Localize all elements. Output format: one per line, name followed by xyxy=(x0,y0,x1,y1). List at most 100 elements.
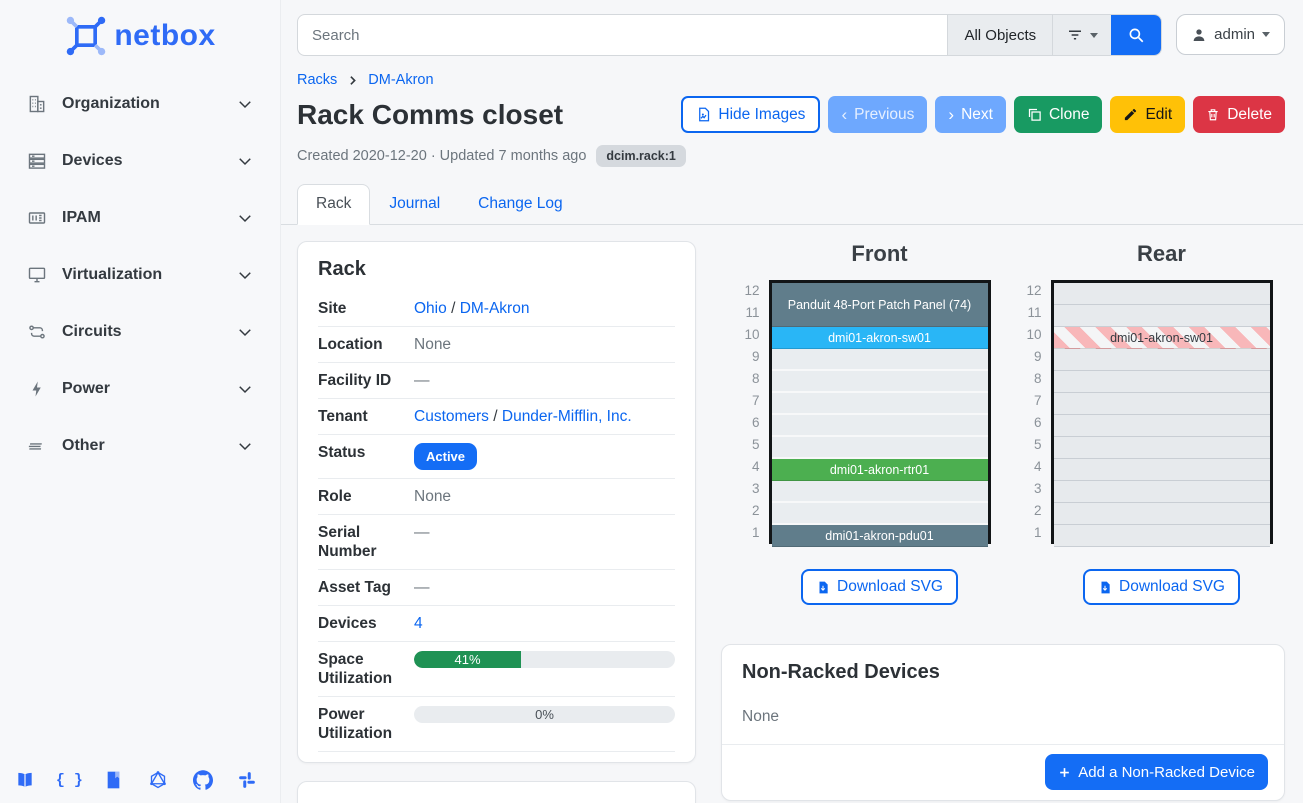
chevron-down-icon xyxy=(236,323,254,341)
tenant-group-link[interactable]: Customers xyxy=(414,408,489,425)
sidebar-item-virtualization[interactable]: Virtualization xyxy=(14,257,266,293)
slack-icon[interactable] xyxy=(236,769,258,791)
breadcrumb-dm-akron[interactable]: DM-Akron xyxy=(368,72,433,88)
sidebar-footer-links: { } xyxy=(14,769,258,791)
rack-slot[interactable] xyxy=(1054,503,1270,525)
hide-images-button[interactable]: Hide Images xyxy=(681,96,820,133)
tenant-link[interactable]: Dunder-Mifflin, Inc. xyxy=(502,408,632,425)
rack-slot[interactable] xyxy=(1054,393,1270,415)
previous-button[interactable]: ‹ Previous xyxy=(828,96,927,133)
rack-slot[interactable] xyxy=(772,371,988,393)
code-braces-icon[interactable]: { } xyxy=(58,769,80,791)
pencil-icon xyxy=(1123,107,1138,122)
user-name: admin xyxy=(1214,26,1255,43)
rack-slot[interactable] xyxy=(772,481,988,503)
unit-number: 9 xyxy=(1016,346,1042,368)
rack-slot[interactable] xyxy=(1054,459,1270,481)
rack-slot[interactable] xyxy=(1054,415,1270,437)
tab-rack[interactable]: Rack xyxy=(297,184,370,225)
location-value: None xyxy=(414,335,675,354)
sidebar-item-circuits[interactable]: Circuits xyxy=(14,314,266,350)
sidebar-item-organization[interactable]: Organization xyxy=(14,86,266,122)
attr-row-facility-id: Facility ID — xyxy=(318,363,675,399)
netbox-logo[interactable]: netbox xyxy=(0,10,280,62)
site-group-link[interactable]: Ohio xyxy=(414,300,447,317)
lightning-icon xyxy=(26,378,48,400)
user-menu-button[interactable]: admin xyxy=(1176,14,1285,55)
sidebar-item-devices[interactable]: Devices xyxy=(14,143,266,179)
journal-icon[interactable] xyxy=(103,769,125,791)
rack-device[interactable]: dmi01-akron-rtr01 xyxy=(772,459,988,481)
tab-content: Rack Site Ohio / DM-Akron Location None … xyxy=(281,225,1303,803)
clone-button[interactable]: Clone xyxy=(1014,96,1103,133)
chevron-right-icon xyxy=(346,74,359,87)
sidebar-item-power[interactable]: Power xyxy=(14,371,266,407)
serial-value: — xyxy=(414,523,675,561)
rack-slot[interactable] xyxy=(772,393,988,415)
tab-change-log[interactable]: Change Log xyxy=(459,184,581,225)
next-button[interactable]: › Next xyxy=(935,96,1006,133)
rack-grid: dmi01-akron-sw01 xyxy=(1051,280,1273,544)
main-content: All Objects admin Racks xyxy=(281,0,1303,803)
chevron-down-icon xyxy=(236,209,254,227)
unit-number: 4 xyxy=(734,456,760,478)
devices-count-link[interactable]: 4 xyxy=(414,615,423,632)
rack-panel-title: Rack xyxy=(318,258,675,281)
sidebar-item-label: IPAM xyxy=(62,209,236,227)
search-input[interactable] xyxy=(298,15,947,55)
rack-device[interactable]: Panduit 48-Port Patch Panel (74) xyxy=(772,283,988,327)
rack-slot[interactable] xyxy=(772,349,988,371)
asset-tag-value: — xyxy=(414,578,675,597)
image-file-icon xyxy=(696,107,711,122)
file-download-icon xyxy=(816,580,830,595)
rack-device[interactable]: dmi01-akron-pdu01 xyxy=(772,525,988,547)
page-title: Rack Comms closet xyxy=(297,99,681,131)
download-svg-front-button[interactable]: Download SVG xyxy=(801,569,958,605)
rack-slot[interactable] xyxy=(772,437,988,459)
unit-number: 9 xyxy=(734,346,760,368)
breadcrumb-racks[interactable]: Racks xyxy=(297,72,337,88)
netbox-wordmark: netbox xyxy=(114,19,215,53)
plus-icon xyxy=(1058,766,1071,779)
sidebar-item-label: Organization xyxy=(62,95,236,113)
unit-number: 12 xyxy=(1016,280,1042,302)
site-link[interactable]: DM-Akron xyxy=(460,300,530,317)
unit-number: 1 xyxy=(1016,522,1042,544)
download-svg-rear-button[interactable]: Download SVG xyxy=(1083,569,1240,605)
topbar: All Objects admin xyxy=(281,0,1303,62)
rack-device[interactable]: dmi01-akron-sw01 xyxy=(772,327,988,349)
rack-device[interactable]: dmi01-akron-sw01 xyxy=(1054,327,1270,349)
rack-slot[interactable] xyxy=(1054,437,1270,459)
search-filter-dropdown[interactable] xyxy=(1052,15,1111,55)
unit-number: 11 xyxy=(734,302,760,324)
unit-number: 4 xyxy=(1016,456,1042,478)
add-non-racked-device-button[interactable]: Add a Non-Racked Device xyxy=(1045,754,1268,790)
caret-down-icon xyxy=(1262,32,1270,37)
circuit-connection-icon xyxy=(26,321,48,343)
rack-slot[interactable] xyxy=(1054,305,1270,327)
sidebar-item-other[interactable]: Other xyxy=(14,428,266,464)
edit-button[interactable]: Edit xyxy=(1110,96,1185,133)
attr-row-power-utilization: Power Utilization 0% xyxy=(318,697,675,752)
rack-slot[interactable] xyxy=(772,503,988,525)
unit-number: 3 xyxy=(734,478,760,500)
graphql-icon[interactable] xyxy=(147,769,169,791)
server-icon xyxy=(26,150,48,172)
rack-slot[interactable] xyxy=(1054,481,1270,503)
rack-slot[interactable] xyxy=(772,415,988,437)
caret-down-icon xyxy=(1090,33,1098,38)
unit-number: 7 xyxy=(734,390,760,412)
sidebar-item-ipam[interactable]: IPAM xyxy=(14,200,266,236)
search-button[interactable] xyxy=(1111,15,1161,55)
rack-slot[interactable] xyxy=(1054,371,1270,393)
delete-button[interactable]: Delete xyxy=(1193,96,1285,133)
rack-slot[interactable] xyxy=(1054,283,1270,305)
github-icon[interactable] xyxy=(192,769,214,791)
book-open-icon[interactable] xyxy=(14,769,36,791)
elevations-column: Front 121110987654321 Panduit 48-Port Pa… xyxy=(721,241,1285,801)
unit-number: 5 xyxy=(1016,434,1042,456)
tab-journal[interactable]: Journal xyxy=(370,184,459,225)
rack-slot[interactable] xyxy=(1054,525,1270,547)
rack-slot[interactable] xyxy=(1054,349,1270,371)
search-scope-button[interactable]: All Objects xyxy=(947,15,1052,55)
